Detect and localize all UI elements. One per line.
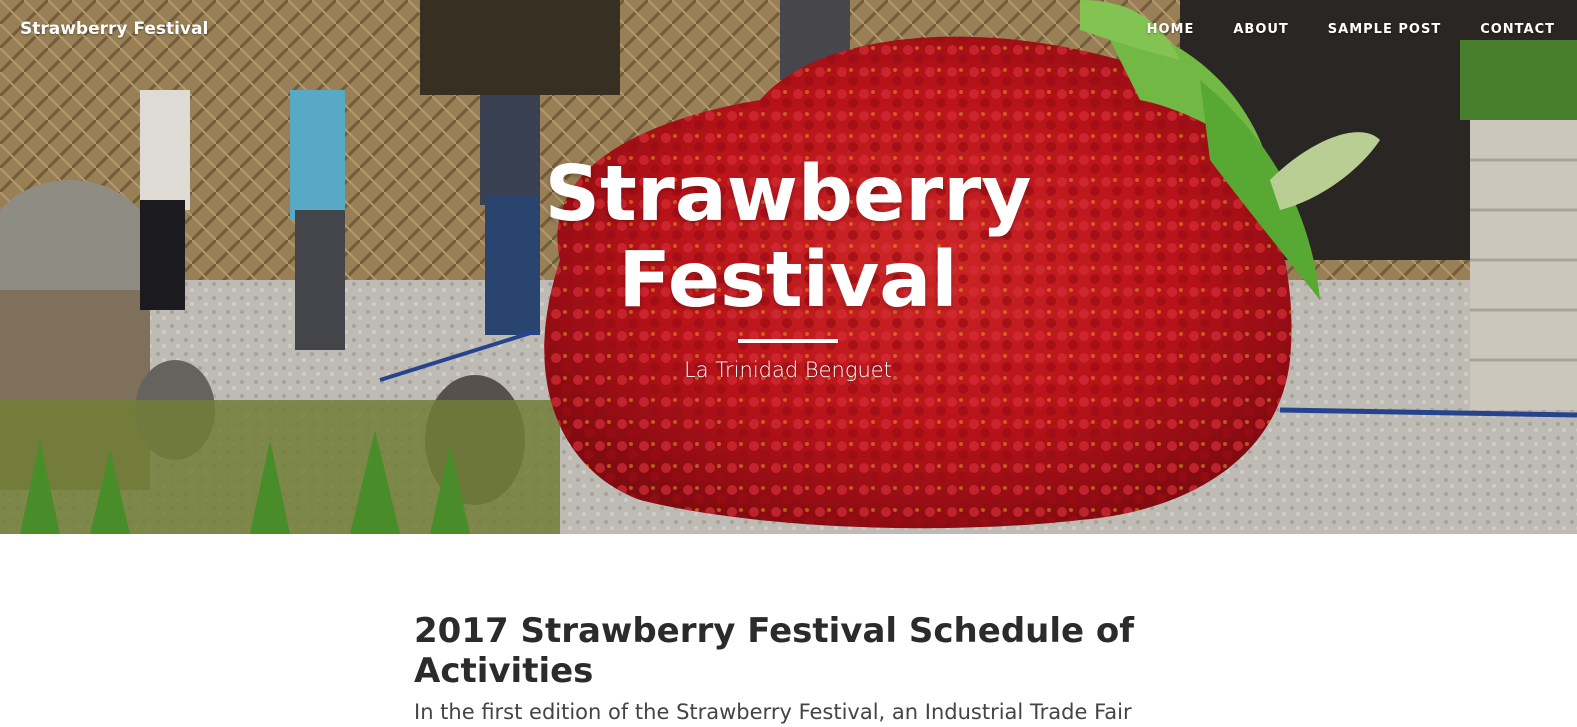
hero-header: Strawberry Festival HOME ABOUT SAMPLE PO…	[0, 0, 1577, 534]
post-excerpt: In the first edition of the Strawberry F…	[414, 700, 1132, 724]
hero-divider	[738, 339, 838, 343]
hero-title: Strawberry Festival	[544, 150, 1032, 325]
post-preview: 2017 Strawberry Festival Schedule of Act…	[414, 611, 1174, 727]
main-nav: HOME ABOUT SAMPLE POST CONTACT	[1147, 22, 1555, 37]
nav-contact-link[interactable]: CONTACT	[1480, 22, 1555, 37]
nav-home-link[interactable]: HOME	[1147, 22, 1195, 37]
post-title-link[interactable]: 2017 Strawberry Festival Schedule of Act…	[414, 611, 1174, 691]
hero-subtitle: La Trinidad Benguet	[684, 358, 892, 382]
brand-link[interactable]: Strawberry Festival	[20, 19, 208, 39]
nav-about-link[interactable]: ABOUT	[1233, 22, 1288, 37]
nav-sample-post-link[interactable]: SAMPLE POST	[1328, 22, 1441, 37]
